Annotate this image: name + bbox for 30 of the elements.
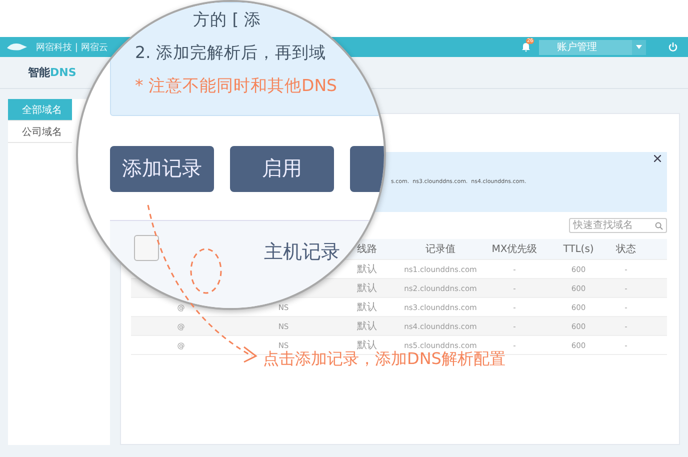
magnified-checkbox[interactable]: [134, 234, 159, 261]
magnified-button[interactable]: 添加记录: [110, 146, 214, 192]
section-title: 智能: [28, 65, 50, 80]
column-header: 记录值: [426, 243, 456, 256]
magnified-text: 2. 添加完解析后，再到域: [135, 42, 327, 64]
column-header: MX优先级: [492, 242, 538, 256]
power-icon[interactable]: [668, 42, 678, 52]
close-icon: [654, 155, 661, 162]
dashed-ellipse: [190, 248, 222, 294]
logo-text: 网宿科技 | 网宿云: [36, 42, 108, 54]
column-header: TTL(s): [563, 244, 594, 254]
bell-icon[interactable]: [521, 42, 531, 52]
magnified-text: * 注意不能同时和其他DNS: [135, 75, 338, 97]
column-header: 线路: [357, 242, 377, 256]
magnified-column-header: 主机记录: [264, 240, 340, 265]
table-cell-text: 默认: [357, 301, 377, 314]
column-header: 状态: [616, 242, 636, 256]
section-title-accent: DNS: [50, 66, 76, 79]
table-cell-text: 默认: [357, 282, 377, 295]
magnified-text: 方的 [ 添: [193, 9, 262, 31]
annotation-text: 点击添加记录，添加DNS解析配置: [263, 349, 506, 370]
logo-icon: [6, 42, 28, 52]
table-cell-text: 默认: [357, 263, 377, 276]
caret-icon: [636, 45, 642, 49]
magnified-button[interactable]: 启用: [230, 146, 334, 192]
close-button[interactable]: [654, 155, 661, 162]
search-icon: [655, 222, 663, 230]
table-cell-text: 默认: [357, 339, 377, 351]
search-field[interactable]: 快速查找域名: [569, 218, 667, 233]
table-cell-text: 默认: [357, 320, 377, 333]
